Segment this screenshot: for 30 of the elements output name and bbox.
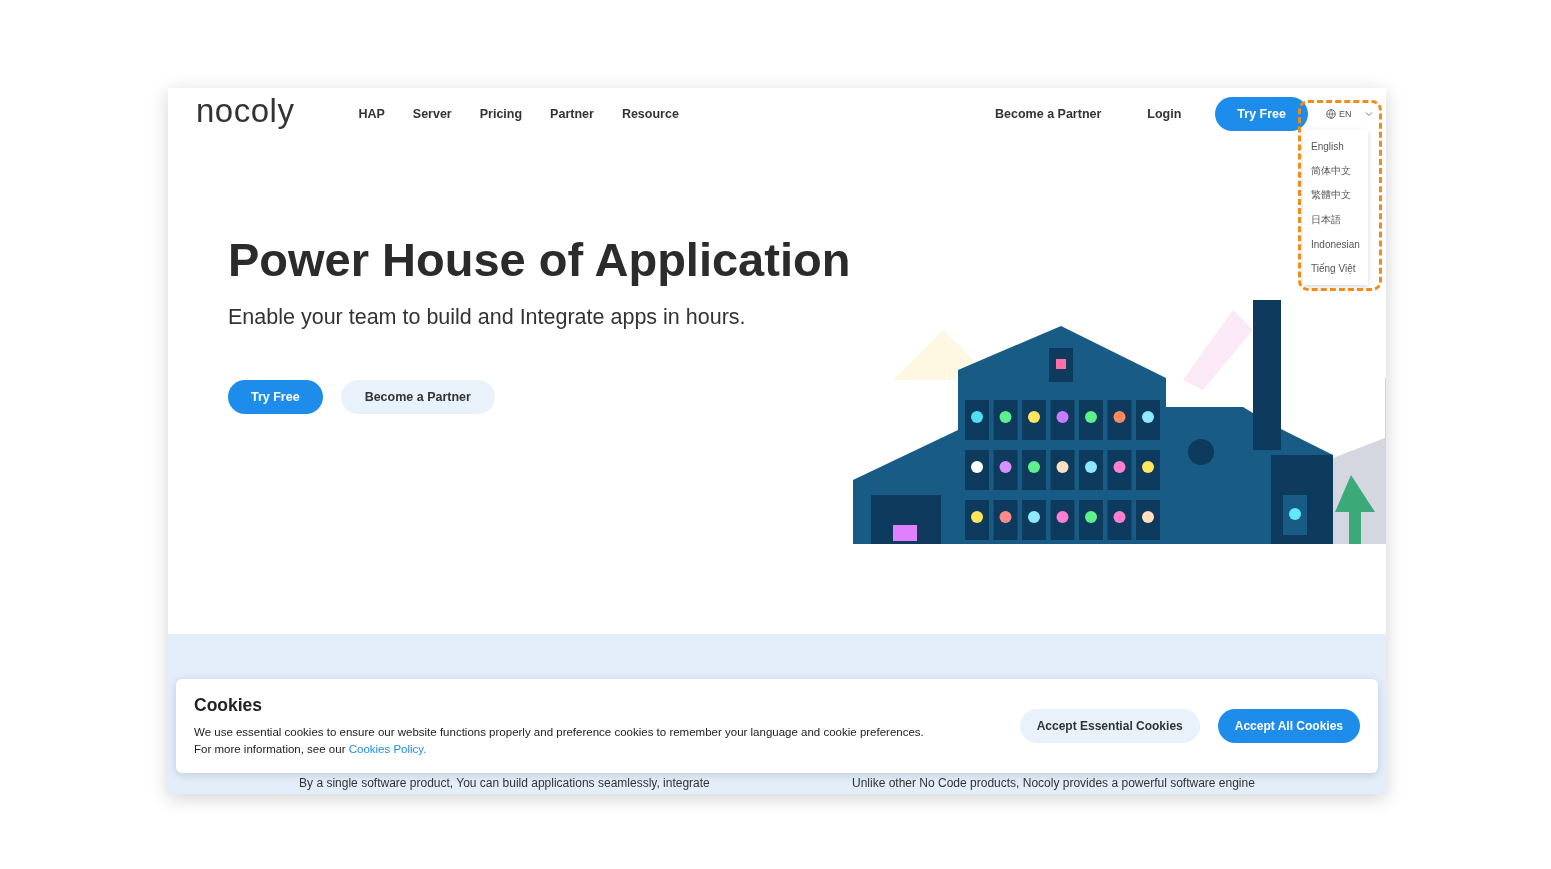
hero-subtitle: Enable your team to build and Integrate apps in hours. xyxy=(228,305,747,330)
hero-title: Power House of Application xyxy=(228,232,852,287)
accept-all-button[interactable]: Accept All Cookies xyxy=(1217,709,1360,743)
partner-button[interactable]: Become a Partner xyxy=(340,380,495,414)
language-option[interactable]: 日本語 xyxy=(1303,207,1368,232)
language-option[interactable]: English xyxy=(1303,134,1368,159)
logo[interactable]: nocoly xyxy=(196,92,295,130)
cookie-text: We use essential cookies to ensure our website functions properly and preference cookies to remember your language and cookie preferences. xyxy=(194,724,925,740)
cookie-more-text: For more information, see our Cookies Policy. xyxy=(194,741,428,757)
nav-link[interactable]: HAP xyxy=(358,107,385,121)
cookies-policy-link[interactable]: Cookies Policy. xyxy=(348,742,427,755)
nav-link[interactable]: Server xyxy=(412,107,452,121)
nav-link[interactable]: Become a Partner xyxy=(995,107,1102,121)
nav-link[interactable]: Partner xyxy=(550,107,594,121)
language-option[interactable]: 繁體中文 xyxy=(1303,183,1368,208)
feature-text: By a single software product, You can build applications seamlessly, integrate xyxy=(299,776,710,790)
globe-icon xyxy=(1326,109,1336,119)
accept-essential-button[interactable]: Accept Essential Cookies xyxy=(1019,709,1200,743)
feature-text: Unlike other No Code products, Nocoly provides a powerful software engine xyxy=(852,776,1255,790)
language-option[interactable]: Indonesian xyxy=(1303,232,1368,257)
language-option[interactable]: Tiếng Việt xyxy=(1303,256,1368,281)
nav-link[interactable]: Resource xyxy=(621,107,679,121)
language-option[interactable]: 简体中文 xyxy=(1303,158,1368,183)
cookie-title: Cookies xyxy=(194,694,264,716)
language-toggle[interactable]: EN xyxy=(1326,109,1386,119)
try-free-button[interactable]: Try Free xyxy=(228,380,323,414)
chevron-icon xyxy=(1364,111,1373,117)
nav-link[interactable]: Login xyxy=(1147,107,1182,121)
try-free-button[interactable]: Try Free xyxy=(1215,97,1308,131)
nav-link[interactable]: Pricing xyxy=(479,107,523,121)
